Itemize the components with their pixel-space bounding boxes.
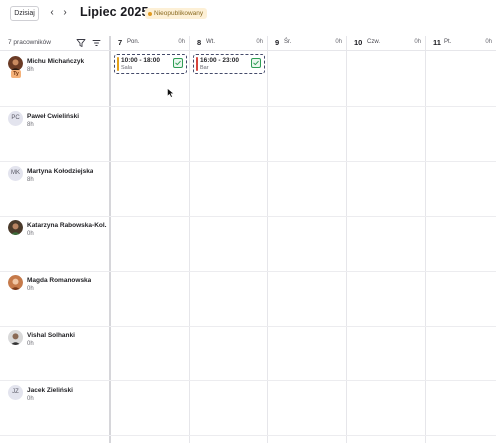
- avatar: [8, 330, 23, 345]
- employee-hours: 0h: [27, 286, 34, 292]
- sort-icon[interactable]: [92, 39, 101, 47]
- toolbar: Dzisiaj ‹ › Lipiec 2025 Nieopublikowany: [0, 0, 496, 30]
- day-name: Wt.: [206, 39, 215, 45]
- avatar: [8, 56, 23, 71]
- shift-location: Bar: [200, 65, 209, 71]
- chevron-right-icon[interactable]: ›: [60, 7, 70, 19]
- employee-hours: 8h: [27, 177, 34, 183]
- avatar: [8, 275, 23, 290]
- employee-hours: 8h: [27, 122, 34, 128]
- schedule-header: 7 pracowników 7 Pon. 0h 8 Wt. 0h 9 Śr. 0…: [0, 36, 496, 51]
- column-divider: [346, 36, 347, 443]
- row-divider: [0, 216, 496, 217]
- employee-hours: 0h: [27, 231, 34, 237]
- shift-card[interactable]: 16:00 - 23:00 Bar: [193, 54, 265, 74]
- avatar: PC: [8, 111, 23, 126]
- avatar-photo-icon: [8, 220, 23, 235]
- day-number: 10: [354, 38, 363, 47]
- day-hours: 0h: [256, 39, 263, 45]
- shift-location: Sala: [121, 65, 133, 71]
- employee-name: Michu Michańczyk: [27, 58, 85, 65]
- employee-name: Jacek Zieliński: [27, 387, 73, 394]
- today-button[interactable]: Dzisiaj: [10, 6, 39, 21]
- shift-color-bar: [117, 57, 119, 71]
- chevron-left-icon[interactable]: ‹: [47, 7, 57, 19]
- column-divider: [425, 36, 426, 443]
- column-divider: [189, 36, 190, 443]
- employee-hours: 8h: [27, 67, 34, 73]
- avatar: [8, 220, 23, 235]
- day-number: 9: [275, 38, 280, 47]
- row-divider: [0, 106, 496, 107]
- row-divider: [0, 326, 496, 327]
- day-header-tue: 8 Wt. 0h: [190, 36, 267, 51]
- employee-hours: 0h: [27, 341, 34, 347]
- day-hours: 0h: [485, 39, 492, 45]
- sidebar-divider: [109, 36, 111, 443]
- avatar-photo-icon: [8, 275, 23, 290]
- day-number: 11: [433, 38, 441, 47]
- mouse-cursor-icon: [167, 88, 175, 98]
- shift-time: 10:00 - 18:00: [121, 57, 161, 64]
- avatar-photo-icon: [8, 330, 23, 345]
- day-number: 8: [197, 38, 202, 47]
- avatar: JZ: [8, 385, 23, 400]
- day-header-wed: 9 Śr. 0h: [268, 36, 346, 51]
- day-name: Czw.: [367, 39, 381, 45]
- status-badge: Nieopublikowany: [145, 8, 208, 19]
- day-name: Śr.: [284, 39, 292, 45]
- day-header-mon: 7 Pon. 0h: [111, 36, 189, 51]
- day-number: 7: [118, 38, 123, 47]
- row-divider: [0, 161, 496, 162]
- shift-color-bar: [196, 57, 198, 71]
- employee-name: Martyna Kołodziejska: [27, 168, 94, 175]
- shift-time: 16:00 - 23:00: [200, 57, 240, 64]
- employee-name: Katarzyna Rabowska-Kol...: [27, 222, 107, 229]
- day-hours: 0h: [335, 39, 342, 45]
- day-hours: 0h: [178, 39, 185, 45]
- day-header-fri: 11 Pt. 0h: [426, 36, 496, 51]
- row-divider: [0, 271, 496, 272]
- row-divider: [0, 380, 496, 381]
- employee-hours: 0h: [27, 396, 34, 402]
- day-hours: 0h: [414, 39, 421, 45]
- employee-name: Vishal Solhanki: [27, 332, 75, 339]
- status-label: Nieopublikowany: [154, 10, 204, 17]
- check-icon[interactable]: [251, 58, 261, 68]
- row-divider: [0, 435, 496, 436]
- employee-name: Paweł Ćwieliński: [27, 113, 80, 120]
- day-name: Pt.: [444, 39, 452, 45]
- status-dot-icon: [148, 11, 152, 16]
- avatar-photo-icon: [8, 56, 23, 71]
- filter-icon[interactable]: [76, 38, 86, 48]
- day-header-thu: 10 Czw. 0h: [347, 36, 425, 51]
- column-divider: [267, 36, 268, 443]
- check-icon[interactable]: [173, 58, 183, 68]
- you-badge: Ty: [11, 70, 21, 78]
- employee-count: 7 pracowników: [8, 39, 51, 46]
- avatar: MK: [8, 166, 23, 181]
- day-name: Pon.: [127, 39, 140, 45]
- month-title: Lipiec 2025: [80, 5, 149, 19]
- employee-name: Magda Romanowska: [27, 277, 92, 284]
- shift-card[interactable]: 10:00 - 18:00 Sala: [114, 54, 187, 74]
